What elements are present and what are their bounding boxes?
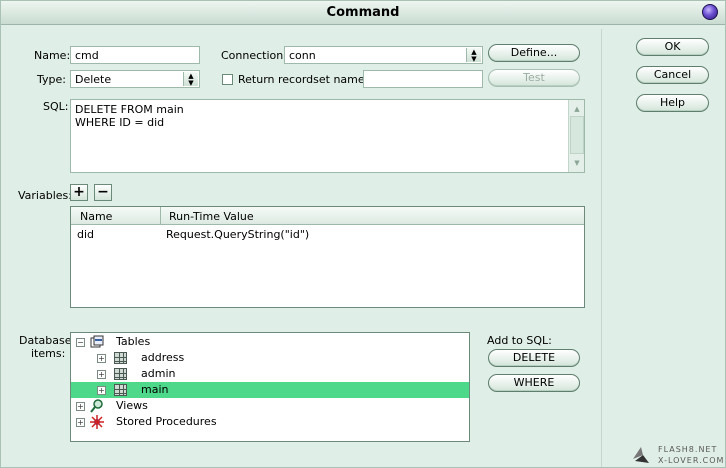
views-icon xyxy=(90,399,104,413)
help-button[interactable]: Help xyxy=(636,94,709,112)
add-to-sql-label: Add to SQL: xyxy=(487,334,552,347)
test-button[interactable]: Test xyxy=(488,69,580,87)
sql-scrollbar[interactable]: ▲ ▼ xyxy=(568,100,584,172)
close-icon[interactable] xyxy=(702,4,718,20)
expand-icon[interactable]: + xyxy=(76,418,85,427)
tree-item-stored-procedures[interactable]: + Stored Procedures xyxy=(71,414,469,430)
window-title: Command xyxy=(326,5,400,20)
column-divider[interactable] xyxy=(160,207,161,225)
command-dialog: Command Name: cmd Type: Delete ▲ ▼ Connec… xyxy=(0,0,726,468)
name-label: Name: xyxy=(34,49,71,62)
column-header-runtime-value[interactable]: Run-Time Value xyxy=(169,210,254,223)
type-select-value: Delete xyxy=(75,73,112,86)
stored-procedures-icon xyxy=(90,415,104,429)
tree-item-views[interactable]: + Views xyxy=(71,398,469,414)
database-tree[interactable]: − Tables + address + admin + main + View… xyxy=(70,332,470,442)
table-row-value-cell[interactable]: Request.QueryString("id") xyxy=(166,228,309,241)
connection-label: Connection: xyxy=(221,49,287,62)
variables-table[interactable]: Name Run-Time Value did Request.QueryStr… xyxy=(70,206,585,308)
tree-item-tables[interactable]: − Tables xyxy=(71,334,469,350)
scroll-up-icon[interactable]: ▲ xyxy=(570,102,584,116)
tree-item-address[interactable]: + address xyxy=(71,350,469,366)
delete-sql-button[interactable]: DELETE xyxy=(488,349,580,367)
define-button[interactable]: Define... xyxy=(488,44,580,62)
database-items-label-line2: items: xyxy=(31,347,66,360)
expand-icon[interactable]: + xyxy=(97,354,106,363)
scroll-thumb[interactable] xyxy=(570,116,584,154)
expand-icon[interactable]: + xyxy=(97,386,106,395)
table-icon xyxy=(114,368,127,380)
expand-icon[interactable]: + xyxy=(97,370,106,379)
updown-arrows-icon: ▲ ▼ xyxy=(466,48,481,63)
ok-button[interactable]: OK xyxy=(636,38,709,56)
type-select[interactable]: Delete ▲ ▼ xyxy=(70,70,200,88)
column-header-name[interactable]: Name xyxy=(80,210,112,223)
title-bar[interactable]: Command xyxy=(1,1,725,25)
sql-text: DELETE FROM main WHERE ID = did xyxy=(75,103,184,129)
table-header: Name Run-Time Value xyxy=(71,207,584,225)
return-recordset-label: Return recordset named: xyxy=(238,73,376,86)
tables-folder-icon xyxy=(90,335,104,349)
tree-item-label: Views xyxy=(116,399,148,412)
sql-label: SQL: xyxy=(43,100,69,113)
return-recordset-checkbox[interactable] xyxy=(222,74,233,85)
database-items-label-line1: Database xyxy=(19,334,72,347)
variables-label: Variables: xyxy=(18,189,72,202)
watermark-line2: X-LOVER.COM xyxy=(658,456,725,465)
tree-item-admin[interactable]: + admin xyxy=(71,366,469,382)
sql-textarea[interactable]: DELETE FROM main WHERE ID = did ▲ ▼ xyxy=(70,99,585,173)
return-recordset-input[interactable] xyxy=(363,70,483,88)
tree-item-label: admin xyxy=(141,367,176,380)
connection-select[interactable]: conn ▲ ▼ xyxy=(284,46,483,64)
remove-variable-button[interactable]: − xyxy=(94,184,112,201)
watermark-line1: FLASH8.NET xyxy=(658,445,718,454)
expand-icon[interactable]: + xyxy=(76,402,85,411)
tree-item-label: Tables xyxy=(116,335,151,348)
table-icon xyxy=(114,352,127,364)
table-icon xyxy=(114,384,127,396)
right-divider xyxy=(601,29,602,467)
watermark-logo-icon xyxy=(631,445,651,465)
where-sql-button[interactable]: WHERE xyxy=(488,374,580,392)
name-input[interactable]: cmd xyxy=(70,46,200,64)
connection-select-value: conn xyxy=(289,49,316,62)
table-row-name-cell[interactable]: did xyxy=(77,228,94,241)
tree-item-label: Stored Procedures xyxy=(116,415,217,428)
type-label: Type: xyxy=(37,73,66,86)
collapse-icon[interactable]: − xyxy=(76,338,85,347)
scroll-down-icon[interactable]: ▼ xyxy=(570,156,584,170)
tree-item-main[interactable]: + main xyxy=(71,382,469,398)
updown-arrows-icon: ▲ ▼ xyxy=(183,72,198,87)
tree-item-label: main xyxy=(141,383,169,396)
add-variable-button[interactable]: + xyxy=(70,184,88,201)
cancel-button[interactable]: Cancel xyxy=(636,66,709,84)
tree-item-label: address xyxy=(141,351,185,364)
